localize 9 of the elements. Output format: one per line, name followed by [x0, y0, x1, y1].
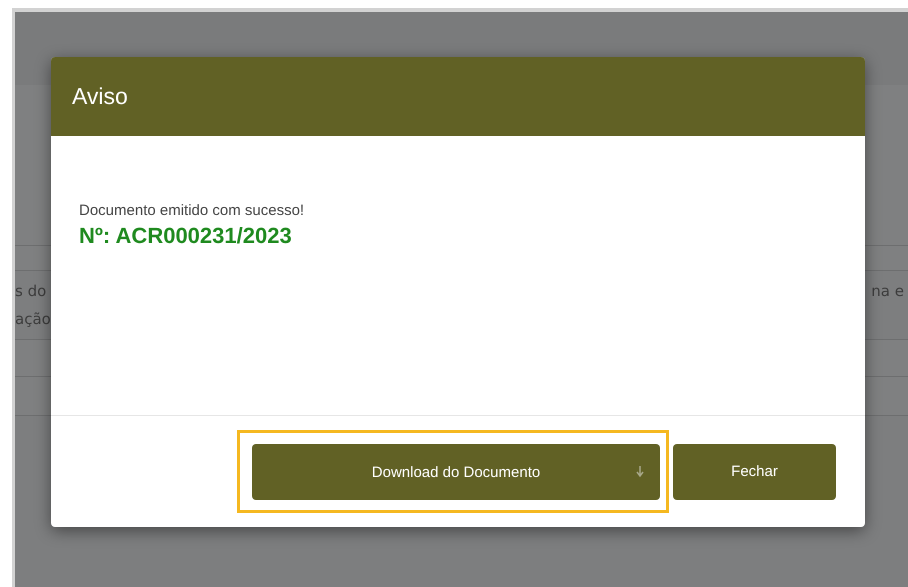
background-text: ação: [15, 310, 51, 328]
download-icon: [636, 466, 644, 478]
close-button[interactable]: Fechar: [673, 444, 836, 500]
background-text: na e: [871, 282, 904, 300]
dialog-title: Aviso: [72, 83, 128, 110]
success-message: Documento emitido com sucesso!: [79, 202, 304, 219]
download-button[interactable]: Download do Documento: [252, 444, 660, 500]
document-number: Nº: ACR000231/2023: [79, 223, 292, 249]
background-text: s do: [15, 282, 46, 300]
